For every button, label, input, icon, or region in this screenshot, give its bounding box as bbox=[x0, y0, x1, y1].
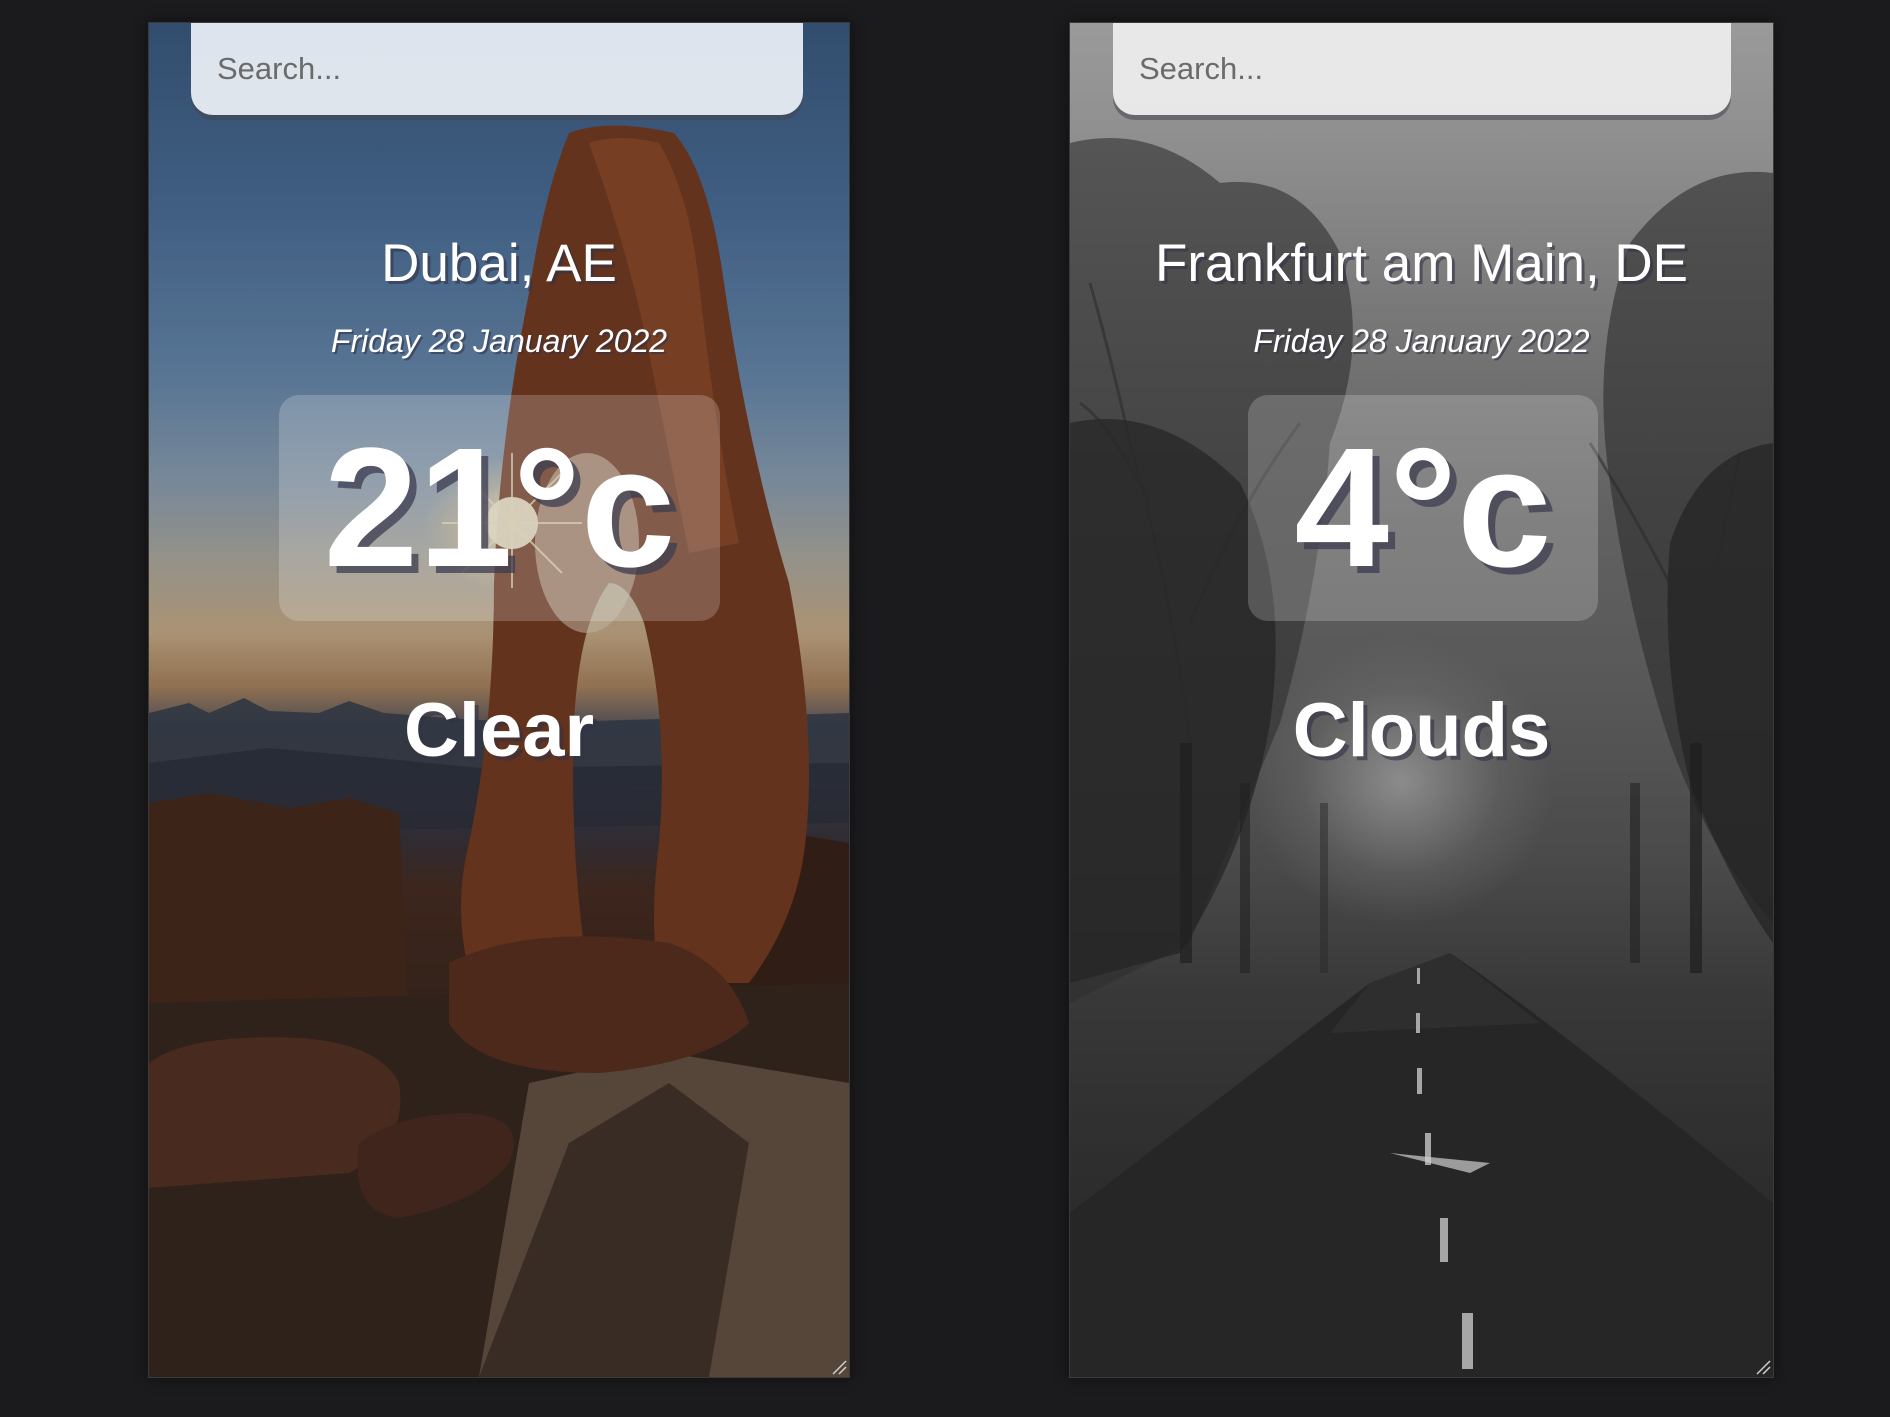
temperature-value: 4°c bbox=[1294, 413, 1552, 603]
temperature-value: 21°c bbox=[323, 413, 676, 603]
weather-card-frankfurt: Frankfurt am Main, DE Friday 28 January … bbox=[1069, 22, 1774, 1378]
temperature-box: 4°c bbox=[1248, 395, 1598, 621]
resize-grip-icon[interactable] bbox=[1753, 1357, 1771, 1375]
location-title: Frankfurt am Main, DE bbox=[1154, 234, 1689, 293]
search-bar bbox=[191, 23, 803, 115]
date-label: Friday 28 January 2022 bbox=[1253, 323, 1590, 359]
weather-card-dubai: Dubai, AE Friday 28 January 2022 21°c Cl… bbox=[148, 22, 850, 1378]
weather-condition: Clouds bbox=[1292, 688, 1551, 773]
location-title: Dubai, AE bbox=[381, 234, 617, 293]
page: Dubai, AE Friday 28 January 2022 21°c Cl… bbox=[0, 0, 1890, 1417]
resize-grip-icon[interactable] bbox=[829, 1357, 847, 1375]
search-input[interactable] bbox=[1137, 50, 1707, 88]
search-bar bbox=[1113, 23, 1731, 115]
weather-condition: Clear bbox=[403, 688, 595, 773]
temperature-box: 21°c bbox=[279, 395, 720, 621]
search-input[interactable] bbox=[215, 50, 779, 88]
date-label: Friday 28 January 2022 bbox=[330, 323, 668, 359]
